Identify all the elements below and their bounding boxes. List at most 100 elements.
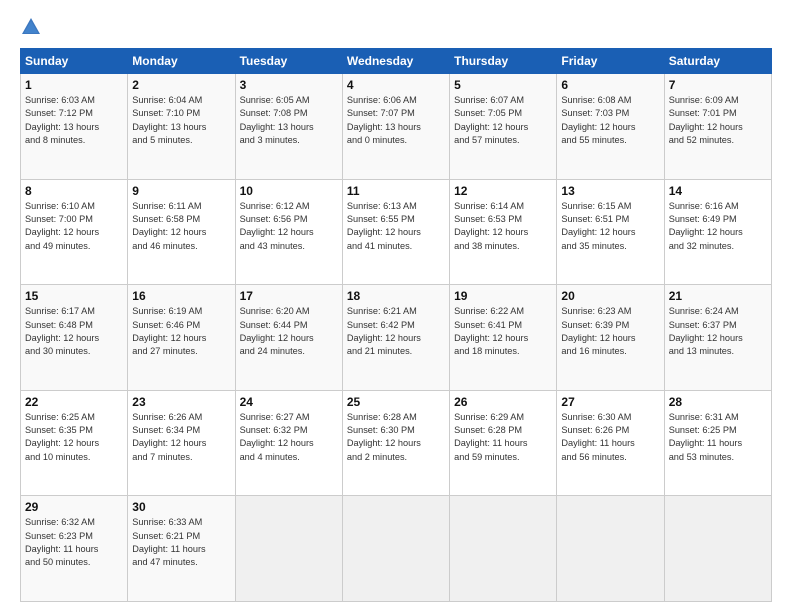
day-cell: 8 Sunrise: 6:10 AMSunset: 7:00 PMDaylight… — [21, 179, 128, 285]
day-cell — [342, 496, 449, 602]
day-number: 20 — [561, 289, 659, 303]
day-cell: 12 Sunrise: 6:14 AMSunset: 6:53 PMDayligh… — [450, 179, 557, 285]
day-detail: Sunrise: 6:05 AMSunset: 7:08 PMDaylight:… — [240, 94, 338, 147]
day-cell: 23Sunrise: 6:26 AMSunset: 6:34 PMDayligh… — [128, 390, 235, 496]
day-cell: 5 Sunrise: 6:07 AMSunset: 7:05 PMDaylight… — [450, 74, 557, 180]
week-row-5: 29 Sunrise: 6:32 AMSunset: 6:23 PMDayligh… — [21, 496, 772, 602]
day-number: 17 — [240, 289, 338, 303]
day-cell: 6 Sunrise: 6:08 AMSunset: 7:03 PMDaylight… — [557, 74, 664, 180]
day-number: 12 — [454, 184, 552, 198]
day-cell: 14 Sunrise: 6:16 AMSunset: 6:49 PMDayligh… — [664, 179, 771, 285]
day-cell: 22 Sunrise: 6:25 AMSunset: 6:35 PMDayligh… — [21, 390, 128, 496]
day-detail: Sunrise: 6:04 AMSunset: 7:10 PMDaylight:… — [132, 94, 230, 147]
day-detail: Sunrise: 6:13 AMSunset: 6:55 PMDaylight:… — [347, 200, 445, 253]
day-detail: Sunrise: 6:25 AMSunset: 6:35 PMDaylight:… — [25, 411, 123, 464]
day-detail: Sunrise: 6:28 AMSunset: 6:30 PMDaylight:… — [347, 411, 445, 464]
weekday-friday: Friday — [557, 49, 664, 74]
day-cell: 10Sunrise: 6:12 AMSunset: 6:56 PMDayligh… — [235, 179, 342, 285]
day-detail: Sunrise: 6:21 AMSunset: 6:42 PMDaylight:… — [347, 305, 445, 358]
day-number: 16 — [132, 289, 230, 303]
day-detail: Sunrise: 6:06 AMSunset: 7:07 PMDaylight:… — [347, 94, 445, 147]
day-detail: Sunrise: 6:23 AMSunset: 6:39 PMDaylight:… — [561, 305, 659, 358]
day-number: 10 — [240, 184, 338, 198]
day-detail: Sunrise: 6:15 AMSunset: 6:51 PMDaylight:… — [561, 200, 659, 253]
day-number: 14 — [669, 184, 767, 198]
day-cell: 28 Sunrise: 6:31 AMSunset: 6:25 PMDayligh… — [664, 390, 771, 496]
calendar-table: SundayMondayTuesdayWednesdayThursdayFrid… — [20, 48, 772, 602]
day-cell: 20 Sunrise: 6:23 AMSunset: 6:39 PMDayligh… — [557, 285, 664, 391]
weekday-tuesday: Tuesday — [235, 49, 342, 74]
day-detail: Sunrise: 6:09 AMSunset: 7:01 PMDaylight:… — [669, 94, 767, 147]
day-detail: Sunrise: 6:16 AMSunset: 6:49 PMDaylight:… — [669, 200, 767, 253]
day-cell: 3Sunrise: 6:05 AMSunset: 7:08 PMDaylight… — [235, 74, 342, 180]
day-detail: Sunrise: 6:31 AMSunset: 6:25 PMDaylight:… — [669, 411, 767, 464]
day-cell: 26 Sunrise: 6:29 AMSunset: 6:28 PMDayligh… — [450, 390, 557, 496]
weekday-thursday: Thursday — [450, 49, 557, 74]
day-number: 29 — [25, 500, 123, 514]
day-number: 6 — [561, 78, 659, 92]
day-number: 8 — [25, 184, 123, 198]
day-cell: 18 Sunrise: 6:21 AMSunset: 6:42 PMDayligh… — [342, 285, 449, 391]
weekday-header-row: SundayMondayTuesdayWednesdayThursdayFrid… — [21, 49, 772, 74]
day-number: 15 — [25, 289, 123, 303]
week-row-1: 1Sunrise: 6:03 AMSunset: 7:12 PMDaylight… — [21, 74, 772, 180]
day-number: 13 — [561, 184, 659, 198]
day-detail: Sunrise: 6:08 AMSunset: 7:03 PMDaylight:… — [561, 94, 659, 147]
day-cell: 16Sunrise: 6:19 AMSunset: 6:46 PMDayligh… — [128, 285, 235, 391]
day-detail: Sunrise: 6:03 AMSunset: 7:12 PMDaylight:… — [25, 94, 123, 147]
day-number: 19 — [454, 289, 552, 303]
day-number: 7 — [669, 78, 767, 92]
day-detail: Sunrise: 6:10 AMSunset: 7:00 PMDaylight:… — [25, 200, 123, 253]
day-number: 5 — [454, 78, 552, 92]
day-number: 21 — [669, 289, 767, 303]
day-detail: Sunrise: 6:22 AMSunset: 6:41 PMDaylight:… — [454, 305, 552, 358]
day-cell: 13 Sunrise: 6:15 AMSunset: 6:51 PMDayligh… — [557, 179, 664, 285]
day-number: 9 — [132, 184, 230, 198]
day-cell: 9Sunrise: 6:11 AMSunset: 6:58 PMDaylight… — [128, 179, 235, 285]
day-cell: 24Sunrise: 6:27 AMSunset: 6:32 PMDayligh… — [235, 390, 342, 496]
day-cell: 30Sunrise: 6:33 AMSunset: 6:21 PMDayligh… — [128, 496, 235, 602]
day-number: 11 — [347, 184, 445, 198]
day-number: 2 — [132, 78, 230, 92]
day-cell: 17 Sunrise: 6:20 AMSunset: 6:44 PMDayligh… — [235, 285, 342, 391]
day-cell — [450, 496, 557, 602]
day-cell: 19 Sunrise: 6:22 AMSunset: 6:41 PMDayligh… — [450, 285, 557, 391]
day-number: 18 — [347, 289, 445, 303]
week-row-2: 8 Sunrise: 6:10 AMSunset: 7:00 PMDaylight… — [21, 179, 772, 285]
day-cell: 21 Sunrise: 6:24 AMSunset: 6:37 PMDayligh… — [664, 285, 771, 391]
weekday-wednesday: Wednesday — [342, 49, 449, 74]
day-detail: Sunrise: 6:24 AMSunset: 6:37 PMDaylight:… — [669, 305, 767, 358]
day-detail: Sunrise: 6:30 AMSunset: 6:26 PMDaylight:… — [561, 411, 659, 464]
day-detail: Sunrise: 6:20 AMSunset: 6:44 PMDaylight:… — [240, 305, 338, 358]
day-cell: 2 Sunrise: 6:04 AMSunset: 7:10 PMDaylight… — [128, 74, 235, 180]
day-cell: 27Sunrise: 6:30 AMSunset: 6:26 PMDayligh… — [557, 390, 664, 496]
day-number: 24 — [240, 395, 338, 409]
page: SundayMondayTuesdayWednesdayThursdayFrid… — [0, 0, 792, 612]
day-cell: 4 Sunrise: 6:06 AMSunset: 7:07 PMDaylight… — [342, 74, 449, 180]
day-detail: Sunrise: 6:17 AMSunset: 6:48 PMDaylight:… — [25, 305, 123, 358]
weekday-monday: Monday — [128, 49, 235, 74]
day-cell: 29 Sunrise: 6:32 AMSunset: 6:23 PMDayligh… — [21, 496, 128, 602]
day-detail: Sunrise: 6:26 AMSunset: 6:34 PMDaylight:… — [132, 411, 230, 464]
day-detail: Sunrise: 6:29 AMSunset: 6:28 PMDaylight:… — [454, 411, 552, 464]
day-detail: Sunrise: 6:07 AMSunset: 7:05 PMDaylight:… — [454, 94, 552, 147]
week-row-3: 15 Sunrise: 6:17 AMSunset: 6:48 PMDayligh… — [21, 285, 772, 391]
logo — [20, 16, 50, 38]
day-detail: Sunrise: 6:32 AMSunset: 6:23 PMDaylight:… — [25, 516, 123, 569]
day-cell — [235, 496, 342, 602]
day-cell — [664, 496, 771, 602]
day-detail: Sunrise: 6:14 AMSunset: 6:53 PMDaylight:… — [454, 200, 552, 253]
week-row-4: 22 Sunrise: 6:25 AMSunset: 6:35 PMDayligh… — [21, 390, 772, 496]
day-cell: 15 Sunrise: 6:17 AMSunset: 6:48 PMDayligh… — [21, 285, 128, 391]
day-number: 4 — [347, 78, 445, 92]
day-number: 26 — [454, 395, 552, 409]
logo-icon — [20, 16, 42, 38]
day-cell: 25Sunrise: 6:28 AMSunset: 6:30 PMDayligh… — [342, 390, 449, 496]
day-cell: 7 Sunrise: 6:09 AMSunset: 7:01 PMDaylight… — [664, 74, 771, 180]
day-number: 28 — [669, 395, 767, 409]
day-number: 22 — [25, 395, 123, 409]
day-number: 30 — [132, 500, 230, 514]
header — [20, 16, 772, 38]
day-cell — [557, 496, 664, 602]
day-cell: 1Sunrise: 6:03 AMSunset: 7:12 PMDaylight… — [21, 74, 128, 180]
